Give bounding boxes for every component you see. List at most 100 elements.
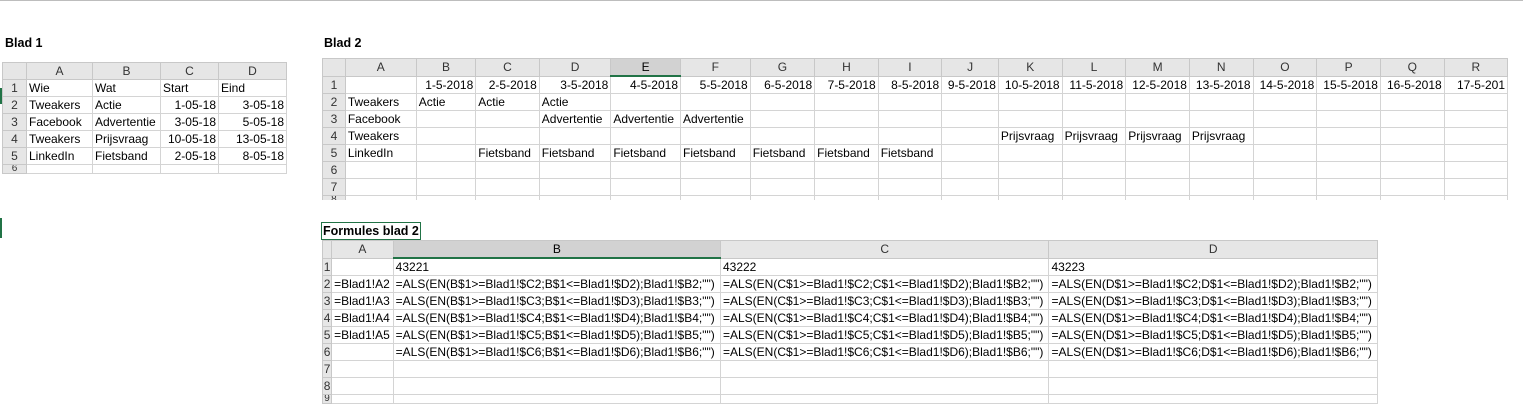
cell-a1[interactable]: Wie [26,79,93,97]
cell-c5[interactable]: Fietsband [475,144,540,162]
row-header[interactable]: 4 [2,130,27,148]
cell-l8[interactable] [1061,195,1127,200]
column-header-i[interactable]: I [877,58,943,77]
cell-d3[interactable]: =ALS(EN(D$1>=Blad1!$C3;D$1<=Blad1!$D3);B… [1048,292,1378,310]
cell-a6[interactable] [26,164,93,174]
cell-k4[interactable]: Prijsvraag [997,127,1063,145]
cell-q2[interactable] [1379,93,1445,111]
row-header[interactable]: 8 [322,377,333,395]
cell-e8[interactable] [610,195,681,200]
cell-i3[interactable] [877,110,943,128]
cell-g1[interactable]: 6-5-2018 [749,75,816,94]
row-header[interactable]: 4 [322,309,333,327]
cell-k7[interactable] [997,178,1063,196]
cell-o8[interactable] [1252,195,1318,200]
column-header-d[interactable]: D [218,62,287,80]
cell-i4[interactable] [877,127,943,145]
cell-f5[interactable]: Fietsband [680,144,751,162]
cell-j4[interactable] [941,127,999,145]
cell-h1[interactable]: 7-5-2018 [814,75,879,94]
column-header-b[interactable]: B [415,58,477,77]
cell-m1[interactable]: 12-5-2018 [1125,75,1190,94]
cell-c2[interactable]: Actie [475,93,540,111]
column-header-q[interactable]: Q [1379,58,1445,77]
cell-l5[interactable] [1061,144,1127,162]
row-header[interactable]: 3 [2,113,27,131]
cell-n1[interactable]: 13-5-2018 [1188,75,1254,94]
cell-e2[interactable] [610,93,681,111]
cell-c6[interactable] [475,161,540,179]
column-header-h[interactable]: H [814,58,879,77]
cell-r3[interactable] [1443,110,1508,128]
cell-k2[interactable] [997,93,1063,111]
cell-n6[interactable] [1188,161,1254,179]
cell-e1[interactable]: 4-5-2018 [610,75,681,94]
row-header[interactable]: 7 [322,178,346,196]
cell-d4[interactable]: 13-05-18 [218,130,287,148]
row-header[interactable]: 7 [322,360,333,378]
cell-f6[interactable] [680,161,751,179]
cell-p4[interactable] [1316,127,1381,145]
cell-c1[interactable]: 43222 [719,257,1050,276]
cell-d8[interactable] [1048,377,1378,395]
cell-p5[interactable] [1316,144,1381,162]
cell-g3[interactable] [749,110,816,128]
cell-n5[interactable] [1188,144,1254,162]
cell-i7[interactable] [877,178,943,196]
row-header[interactable]: 5 [322,144,346,162]
cell-b1[interactable]: Wat [92,79,161,97]
cell-k8[interactable] [997,195,1063,200]
row-header[interactable]: 1 [322,75,346,94]
cell-h2[interactable] [814,93,879,111]
cell-a5[interactable]: =Blad1!A5 [331,326,394,344]
column-header-n[interactable]: N [1188,58,1254,77]
cell-p3[interactable] [1316,110,1381,128]
cell-j2[interactable] [941,93,999,111]
cell-a7[interactable] [344,178,417,196]
cell-i1[interactable]: 8-5-2018 [877,75,943,94]
cell-e5[interactable]: Fietsband [610,144,681,162]
cell-j7[interactable] [941,178,999,196]
cell-d5[interactable]: =ALS(EN(D$1>=Blad1!$C5;D$1<=Blad1!$D5);B… [1048,326,1378,344]
cell-f3[interactable]: Advertentie [680,110,751,128]
cell-b7[interactable] [415,178,477,196]
cell-j3[interactable] [941,110,999,128]
cell-d6[interactable] [218,164,287,174]
row-header[interactable]: 9 [322,394,333,404]
cell-p6[interactable] [1316,161,1381,179]
cell-a1[interactable] [331,257,394,276]
cell-b4[interactable]: Prijsvraag [92,130,161,148]
row-header[interactable]: 3 [322,292,333,310]
cell-a2[interactable]: =Blad1!A2 [331,275,394,293]
column-header-m[interactable]: M [1125,58,1190,77]
cell-c8[interactable] [719,377,1050,395]
row-header[interactable]: 1 [322,257,333,276]
cell-b1[interactable]: 43221 [392,257,721,276]
cell-a4[interactable]: Tweakers [344,127,417,145]
cell-q3[interactable] [1379,110,1445,128]
cell-j1[interactable]: 9-5-2018 [941,75,999,94]
column-header-j[interactable]: J [941,58,999,77]
cell-c2[interactable]: =ALS(EN(C$1>=Blad1!$C2;C$1<=Blad1!$D2);B… [719,275,1050,293]
cell-j8[interactable] [941,195,999,200]
cell-f4[interactable] [680,127,751,145]
row-header[interactable]: 2 [2,96,27,114]
cell-f1[interactable]: 5-5-2018 [680,75,751,94]
cell-d7[interactable] [1048,360,1378,378]
cell-c4[interactable] [475,127,540,145]
cell-d1[interactable]: 3-5-2018 [538,75,612,94]
cell-o6[interactable] [1252,161,1318,179]
cell-r7[interactable] [1443,178,1508,196]
cell-a1[interactable] [344,75,417,94]
row-header[interactable]: 2 [322,275,333,293]
cell-a5[interactable]: LinkedIn [26,147,93,165]
cell-b9[interactable] [392,394,721,404]
cell-a6[interactable] [331,343,394,361]
row-header[interactable]: 8 [322,195,346,200]
row-header[interactable]: 5 [2,147,27,165]
cell-l4[interactable]: Prijsvraag [1061,127,1127,145]
cell-a4[interactable]: =Blad1!A4 [331,309,394,327]
cell-j6[interactable] [941,161,999,179]
cell-g5[interactable]: Fietsband [749,144,816,162]
cell-a8[interactable] [344,195,417,200]
